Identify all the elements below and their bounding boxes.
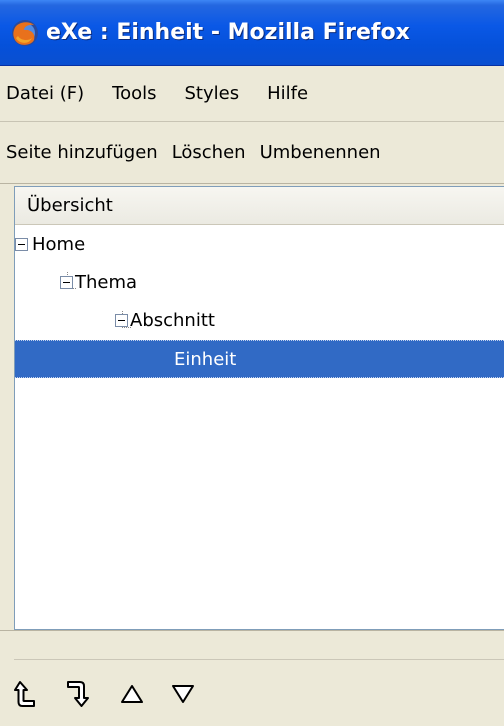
menu-bar: Datei (F) Tools Styles Hilfe xyxy=(0,66,504,122)
move-up-icon[interactable] xyxy=(115,677,149,711)
demote-arrow-icon[interactable] xyxy=(63,677,97,711)
menu-datei[interactable]: Datei (F) xyxy=(6,83,84,104)
firefox-icon xyxy=(12,19,38,46)
outline-header-label: Übersicht xyxy=(27,195,113,216)
menu-hilfe[interactable]: Hilfe xyxy=(267,83,308,104)
tree-item-label: Home xyxy=(32,233,86,255)
collapse-icon[interactable] xyxy=(15,237,28,251)
collapse-icon[interactable] xyxy=(60,275,73,289)
window-title: eXe : Einheit - Mozilla Firefox xyxy=(46,20,410,45)
menu-styles[interactable]: Styles xyxy=(185,83,240,104)
rename-button[interactable]: Umbenennen xyxy=(260,142,381,163)
tree-item-label: Abschnitt xyxy=(130,309,215,331)
tree-item-abschnitt[interactable]: Abschnitt xyxy=(15,301,504,339)
tree-item-label: Einheit xyxy=(174,348,237,370)
collapse-icon[interactable] xyxy=(115,313,128,327)
tree-item-einheit[interactable]: Einheit xyxy=(15,340,504,378)
delete-button[interactable]: Löschen xyxy=(172,142,246,163)
tree-item-label: Thema xyxy=(75,271,138,293)
window-titlebar[interactable]: eXe : Einheit - Mozilla Firefox xyxy=(0,0,504,66)
footer-divider xyxy=(14,659,504,660)
outline-header[interactable]: Übersicht xyxy=(15,187,504,225)
move-down-icon[interactable] xyxy=(166,677,200,711)
outline-toolbar: Seite hinzufügen Löschen Umbenennen xyxy=(0,122,504,184)
menu-tools[interactable]: Tools xyxy=(112,83,156,104)
outline-footer xyxy=(0,630,504,726)
tree-item-thema[interactable]: Thema xyxy=(15,263,504,301)
promote-arrow-icon[interactable] xyxy=(10,677,44,711)
outline-panel: Übersicht Home Thema Abschnitt Einheit xyxy=(14,186,504,630)
tree-item-home[interactable]: Home xyxy=(15,225,504,263)
add-page-button[interactable]: Seite hinzufügen xyxy=(6,142,158,163)
